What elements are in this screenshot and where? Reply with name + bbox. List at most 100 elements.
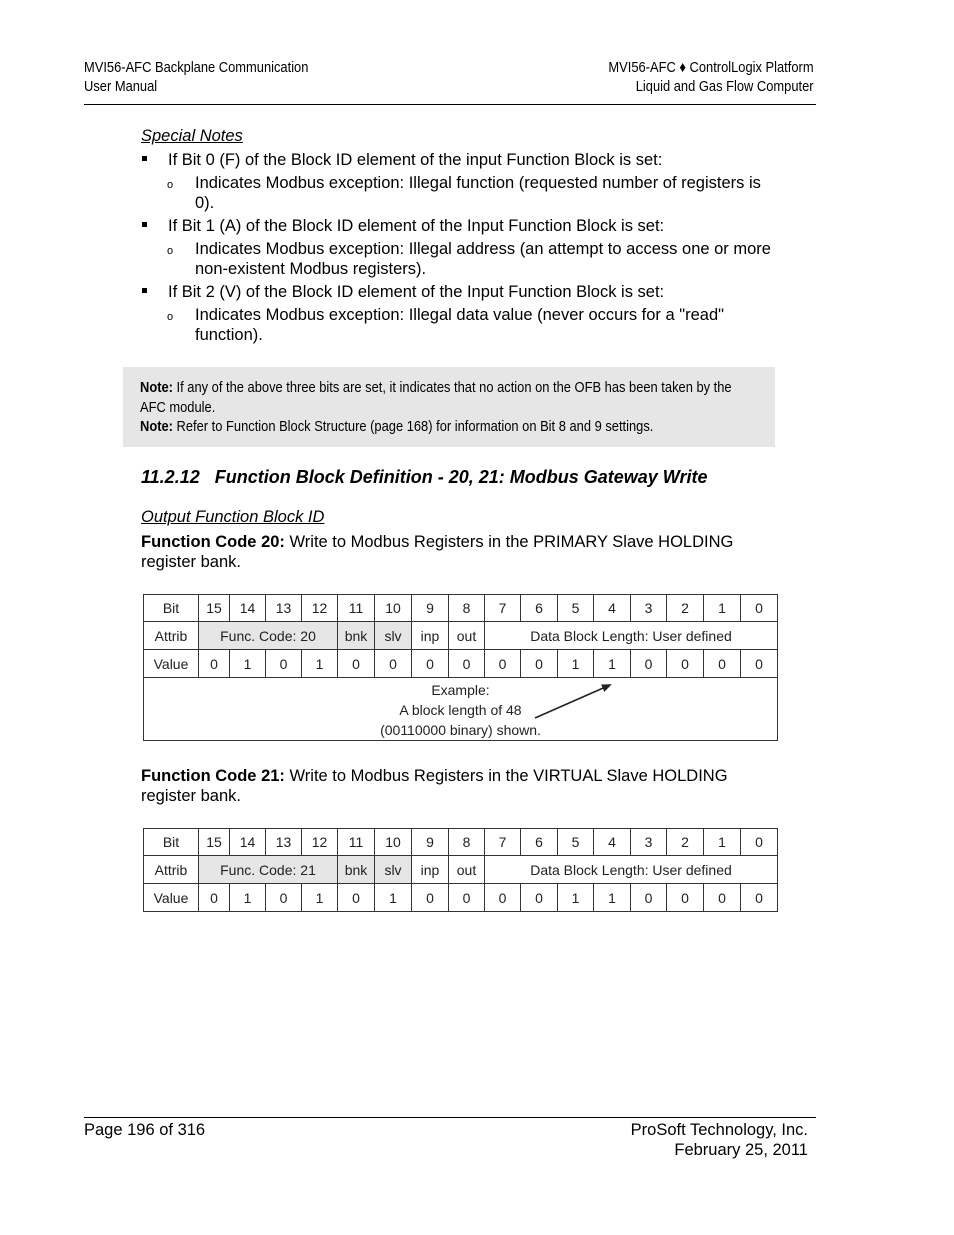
header-doc-title: MVI56-AFC Backplane Communication — [84, 59, 309, 76]
header-platform: MVI56-AFC ♦ ControlLogix Platform — [608, 59, 814, 76]
bit-number-cell: 0 — [740, 594, 778, 622]
bit-number-cell: 15 — [198, 594, 230, 622]
bit-number-cell: 14 — [229, 594, 266, 622]
bit-value-cell: 0 — [520, 883, 558, 912]
bit-number-cell: 6 — [520, 594, 558, 622]
bit-number-cell: 11 — [337, 594, 375, 622]
footer-company: ProSoft Technology, Inc. — [630, 1121, 808, 1139]
special-notes-title: Special Notes — [141, 127, 243, 145]
bit-number-cell: 14 — [229, 828, 266, 856]
attrib-slv: slv — [374, 621, 412, 650]
bit-value-cell: 0 — [411, 649, 449, 678]
bit-value-cell: 0 — [484, 649, 521, 678]
bit-value-cell: 0 — [703, 883, 741, 912]
bit-value-cell: 0 — [198, 883, 230, 912]
bit-number-cell: 13 — [265, 828, 302, 856]
footer-divider — [84, 1117, 816, 1118]
bit-value-cell: 0 — [198, 649, 230, 678]
bit-number-cell: 11 — [337, 828, 375, 856]
bit-value-cell: 1 — [229, 649, 266, 678]
bit-number-cell: 7 — [484, 828, 521, 856]
note-1: Note: If any of the above three bits are… — [140, 378, 759, 417]
table-row-bit: Bit 15 14 13 12 11 10 9 8 7 6 5 4 3 2 1 0 — [143, 594, 778, 622]
bit-number-cell: 3 — [630, 828, 667, 856]
attrib-out: out — [448, 621, 485, 650]
section-title: Function Block Definition - 20, 21: Modb… — [214, 467, 708, 487]
fc20-description: Function Code 20: Write to Modbus Regist… — [141, 532, 781, 572]
note-body: If any of the above three bits are set, … — [140, 379, 732, 416]
page-number: Page 196 of 316 — [84, 1121, 206, 1139]
bit-number-cell: 9 — [411, 828, 449, 856]
fc21-label: Function Code 21: — [141, 767, 285, 785]
attrib-func-code: Func. Code: 21 — [198, 855, 338, 884]
bit-number-cell: 4 — [593, 828, 631, 856]
section-heading: 11.2.12 Function Block Definition - 20, … — [141, 467, 707, 488]
bit-value-cell: 0 — [630, 649, 667, 678]
bit-value-cell: 1 — [301, 649, 338, 678]
page-footer-right: ProSoft Technology, Inc. February 25, 20… — [631, 1120, 808, 1160]
bit-value-cell: 0 — [411, 883, 449, 912]
note-box: Note: If any of the above three bits are… — [123, 367, 775, 447]
fc21-description: Function Code 21: Write to Modbus Regist… — [141, 766, 781, 806]
special-notes-list: If Bit 0 (F) of the Block ID element of … — [141, 150, 781, 348]
bit-number-cell: 9 — [411, 594, 449, 622]
bit-number-cell: 12 — [301, 594, 338, 622]
bit-number-cell: 15 — [198, 828, 230, 856]
bit-number-cell: 8 — [448, 594, 485, 622]
bit-value-cell: 1 — [557, 883, 594, 912]
bit-value-cell: 1 — [557, 649, 594, 678]
page-header-left: MVI56-AFC Backplane Communication User M… — [84, 58, 308, 96]
sub-bullet-item: Indicates Modbus exception: Illegal addr… — [141, 239, 781, 279]
bit-number-cell: 7 — [484, 594, 521, 622]
bit-number-cell: 13 — [265, 594, 302, 622]
page-header-right: MVI56-AFC ♦ ControlLogix Platform Liquid… — [609, 58, 814, 96]
note-body: Refer to Function Block Structure (page … — [172, 418, 654, 435]
bit-value-cell: 0 — [448, 649, 485, 678]
footer-date: February 25, 2011 — [674, 1141, 808, 1159]
bit-value-cell: 0 — [265, 649, 302, 678]
sub-bullet-item: Indicates Modbus exception: Illegal data… — [141, 305, 781, 345]
header-product: Liquid and Gas Flow Computer — [636, 78, 814, 95]
bit-number-cell: 5 — [557, 828, 594, 856]
bit-value-cell: 0 — [484, 883, 521, 912]
bit-number-cell: 8 — [448, 828, 485, 856]
note-2: Note: Refer to Function Block Structure … — [140, 417, 759, 437]
bit-value-cell: 0 — [666, 649, 704, 678]
bit-value-cell: 0 — [740, 883, 778, 912]
attrib-bnk: bnk — [337, 855, 375, 884]
note-label: Note: — [140, 379, 173, 396]
bit-value-cell: 1 — [593, 649, 631, 678]
bit-value-cell: 1 — [374, 883, 412, 912]
bit-value-cell: 0 — [520, 649, 558, 678]
table-row-attrib: Attrib Func. Code: 21 bnk slv inp out Da… — [143, 855, 778, 884]
bit-value-cell: 0 — [703, 649, 741, 678]
bit-number-cell: 2 — [666, 828, 704, 856]
sub-bullet-item: Indicates Modbus exception: Illegal func… — [141, 173, 781, 213]
attrib-data-length: Data Block Length: User defined — [484, 855, 778, 884]
fc20-label: Function Code 20: — [141, 533, 285, 551]
fc20-bit-table: Bit 15 14 13 12 11 10 9 8 7 6 5 4 3 2 1 0 Attrib Func. C… — [143, 594, 778, 741]
row-label: Bit — [143, 828, 199, 856]
row-label: Value — [143, 883, 199, 912]
bullet-item: If Bit 0 (F) of the Block ID element of … — [141, 150, 781, 170]
attrib-func-code: Func. Code: 20 — [198, 621, 338, 650]
table-row-bit: Bit 15 14 13 12 11 10 9 8 7 6 5 4 3 2 1 0 — [143, 828, 778, 856]
bullet-item: If Bit 2 (V) of the Block ID element of … — [141, 282, 781, 302]
attrib-inp: inp — [411, 855, 449, 884]
bit-number-cell: 10 — [374, 594, 412, 622]
bit-number-cell: 1 — [703, 828, 741, 856]
bit-number-cell: 2 — [666, 594, 704, 622]
header-doc-type: User Manual — [84, 78, 158, 95]
bit-number-cell: 10 — [374, 828, 412, 856]
row-label: Attrib — [143, 621, 199, 650]
fc21-bit-table: Bit 15 14 13 12 11 10 9 8 7 6 5 4 3 2 1 0 Attrib Func. C… — [143, 828, 778, 912]
bit-value-cell: 0 — [337, 649, 375, 678]
note-label: Note: — [140, 418, 173, 435]
table-row-value: Value 0 1 0 1 0 1 0 0 0 0 1 1 0 0 0 0 — [143, 883, 778, 912]
attrib-inp: inp — [411, 621, 449, 650]
bit-value-cell: 0 — [374, 649, 412, 678]
bit-value-cell: 1 — [301, 883, 338, 912]
attrib-slv: slv — [374, 855, 412, 884]
bit-number-cell: 3 — [630, 594, 667, 622]
row-label: Value — [143, 649, 199, 678]
